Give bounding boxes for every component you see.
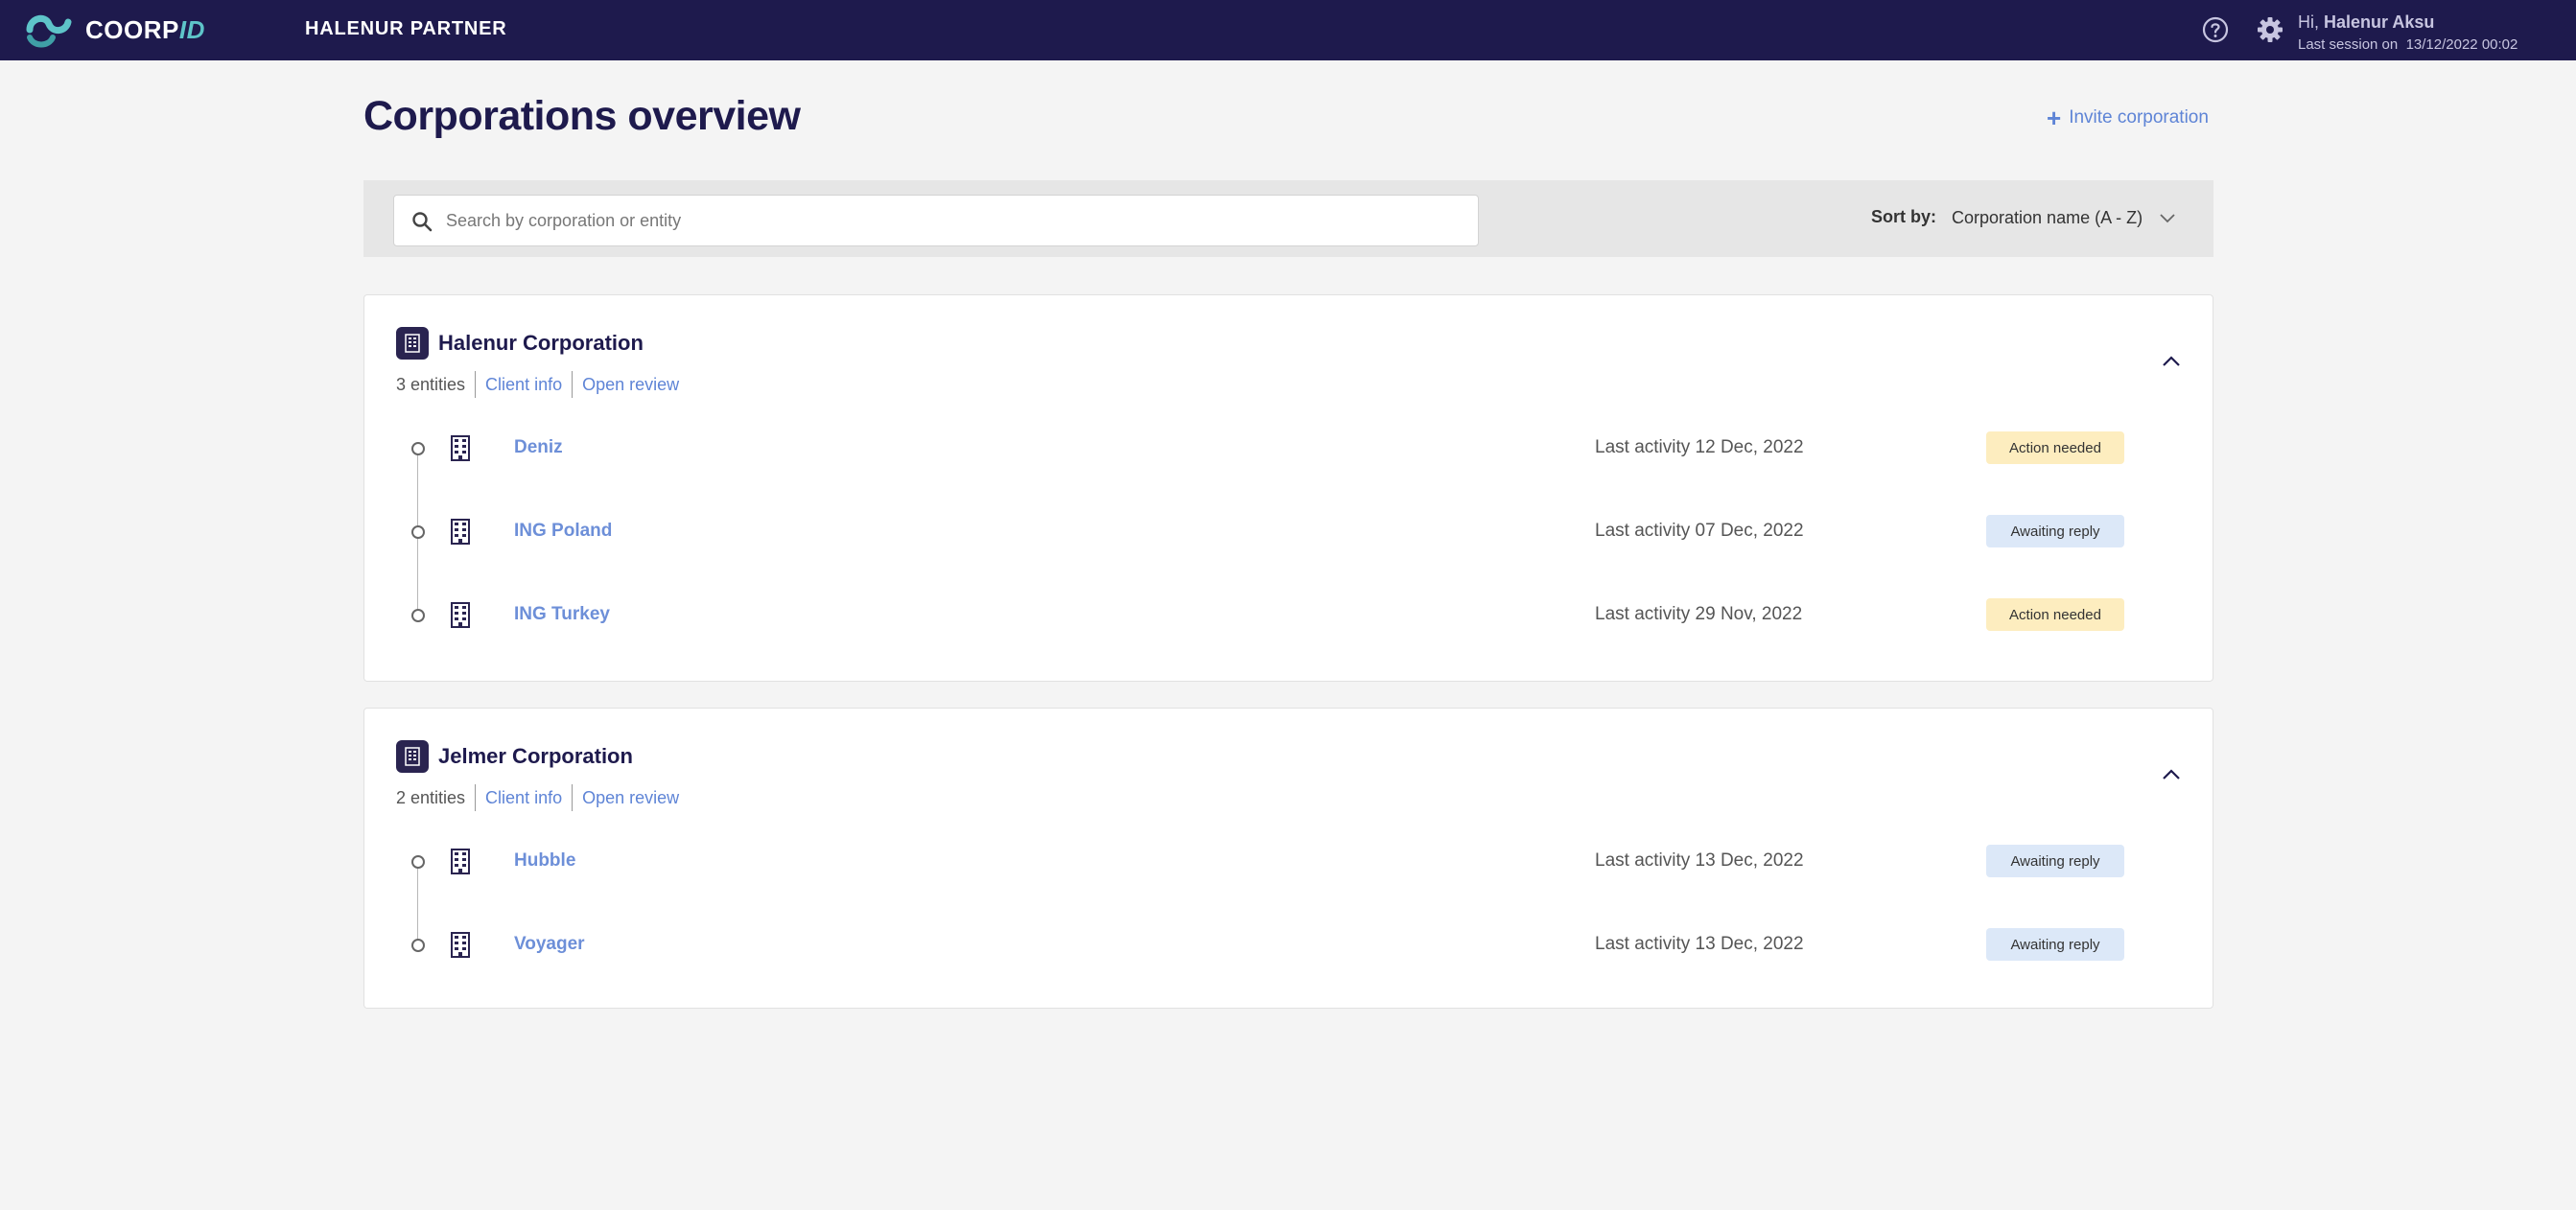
gear-icon[interactable] [2256, 15, 2284, 44]
divider [572, 784, 574, 811]
help-icon[interactable] [2202, 16, 2229, 43]
timeline-dot [411, 525, 425, 539]
corporation-header: Halenur Corporation [396, 327, 644, 360]
chevron-down-icon [2160, 214, 2175, 223]
entity-row[interactable]: Deniz Last activity 12 Dec, 2022 Action … [396, 430, 2180, 477]
building-icon [405, 334, 420, 353]
status-badge: Awaiting reply [1986, 928, 2124, 961]
sort-value: Corporation name (A - Z) [1952, 207, 2143, 227]
chevron-up-icon[interactable] [2161, 768, 2182, 781]
sort-dropdown[interactable]: Corporation name (A - Z) [1952, 203, 2177, 232]
last-activity: Last activity 13 Dec, 2022 [1595, 850, 1804, 871]
top-bar: COORPID HALENUR PARTNER Hi, Halenur Aksu… [0, 0, 2576, 60]
client-info-link[interactable]: Client info [485, 375, 562, 395]
entity-count: 2 entities [396, 787, 466, 807]
timeline-dot [411, 609, 425, 622]
invite-corporation-button[interactable]: + Invite corporation [2047, 105, 2209, 130]
coorpid-logo-icon [26, 14, 72, 48]
sort-label: Sort by: [1871, 207, 1937, 226]
filter-bar: Sort by: Corporation name (A - Z) [363, 180, 2213, 257]
corporation-name[interactable]: Jelmer Corporation [438, 744, 633, 769]
divider [572, 371, 574, 398]
corporation-card: Halenur Corporation 3 entities Client in… [363, 294, 2213, 682]
building-icon [451, 519, 470, 545]
search-input[interactable] [446, 196, 1463, 245]
corporation-icon [396, 327, 429, 360]
status-badge: Action needed [1986, 598, 2124, 631]
last-activity: Last activity 07 Dec, 2022 [1595, 521, 1804, 541]
entity-name[interactable]: ING Poland [514, 521, 612, 542]
timeline-dot [411, 939, 425, 952]
corporation-meta: 2 entities Client info Open review [396, 784, 679, 811]
entity-name[interactable]: Hubble [514, 850, 575, 872]
search-box[interactable] [393, 195, 1479, 246]
corporation-meta: 3 entities Client info Open review [396, 371, 679, 398]
user-name: Halenur Aksu [2324, 12, 2435, 32]
entity-count: 3 entities [396, 374, 466, 394]
building-icon [451, 435, 470, 461]
building-icon [451, 849, 470, 874]
user-info[interactable]: Hi, Halenur Aksu Last session on 13/12/2… [2298, 12, 2517, 53]
corporation-icon [396, 740, 429, 773]
last-activity: Last activity 12 Dec, 2022 [1595, 437, 1804, 457]
last-activity: Last activity 29 Nov, 2022 [1595, 604, 1803, 624]
search-icon [412, 212, 433, 232]
last-session: Last session on 13/12/2022 00:02 [2298, 36, 2518, 53]
client-info-link[interactable]: Client info [485, 788, 562, 808]
corporation-name[interactable]: Halenur Corporation [438, 331, 644, 356]
plus-icon: + [2047, 104, 2062, 132]
open-review-link[interactable]: Open review [582, 375, 679, 395]
page-title: Corporations overview [363, 93, 801, 139]
building-icon [405, 747, 420, 766]
logo-text: COORPID [85, 14, 205, 44]
status-badge: Awaiting reply [1986, 845, 2124, 877]
partner-name: HALENUR PARTNER [305, 18, 507, 39]
timeline-dot [411, 442, 425, 455]
entity-name[interactable]: Deniz [514, 437, 563, 458]
coorpid-logo[interactable]: COORPID [24, 11, 205, 49]
divider [475, 784, 477, 811]
entity-row[interactable]: Voyager Last activity 13 Dec, 2022 Await… [396, 926, 2180, 974]
building-icon [451, 932, 470, 958]
corporation-card: Jelmer Corporation 2 entities Client inf… [363, 708, 2213, 1009]
user-greeting: Hi, Halenur Aksu [2298, 12, 2435, 32]
last-activity: Last activity 13 Dec, 2022 [1595, 934, 1804, 954]
entity-row[interactable]: ING Poland Last activity 07 Dec, 2022 Aw… [396, 513, 2180, 561]
open-review-link[interactable]: Open review [582, 788, 679, 808]
entity-name[interactable]: ING Turkey [514, 604, 610, 625]
corporation-header: Jelmer Corporation [396, 740, 633, 773]
status-badge: Awaiting reply [1986, 515, 2124, 547]
entity-name[interactable]: Voyager [514, 934, 585, 955]
status-badge: Action needed [1986, 431, 2124, 464]
invite-corporation-label: Invite corporation [2069, 107, 2209, 128]
entity-row[interactable]: ING Turkey Last activity 29 Nov, 2022 Ac… [396, 596, 2180, 644]
timeline-dot [411, 855, 425, 869]
entity-row[interactable]: Hubble Last activity 13 Dec, 2022 Awaiti… [396, 843, 2180, 891]
divider [475, 371, 477, 398]
chevron-up-icon[interactable] [2161, 355, 2182, 368]
building-icon [451, 602, 470, 628]
